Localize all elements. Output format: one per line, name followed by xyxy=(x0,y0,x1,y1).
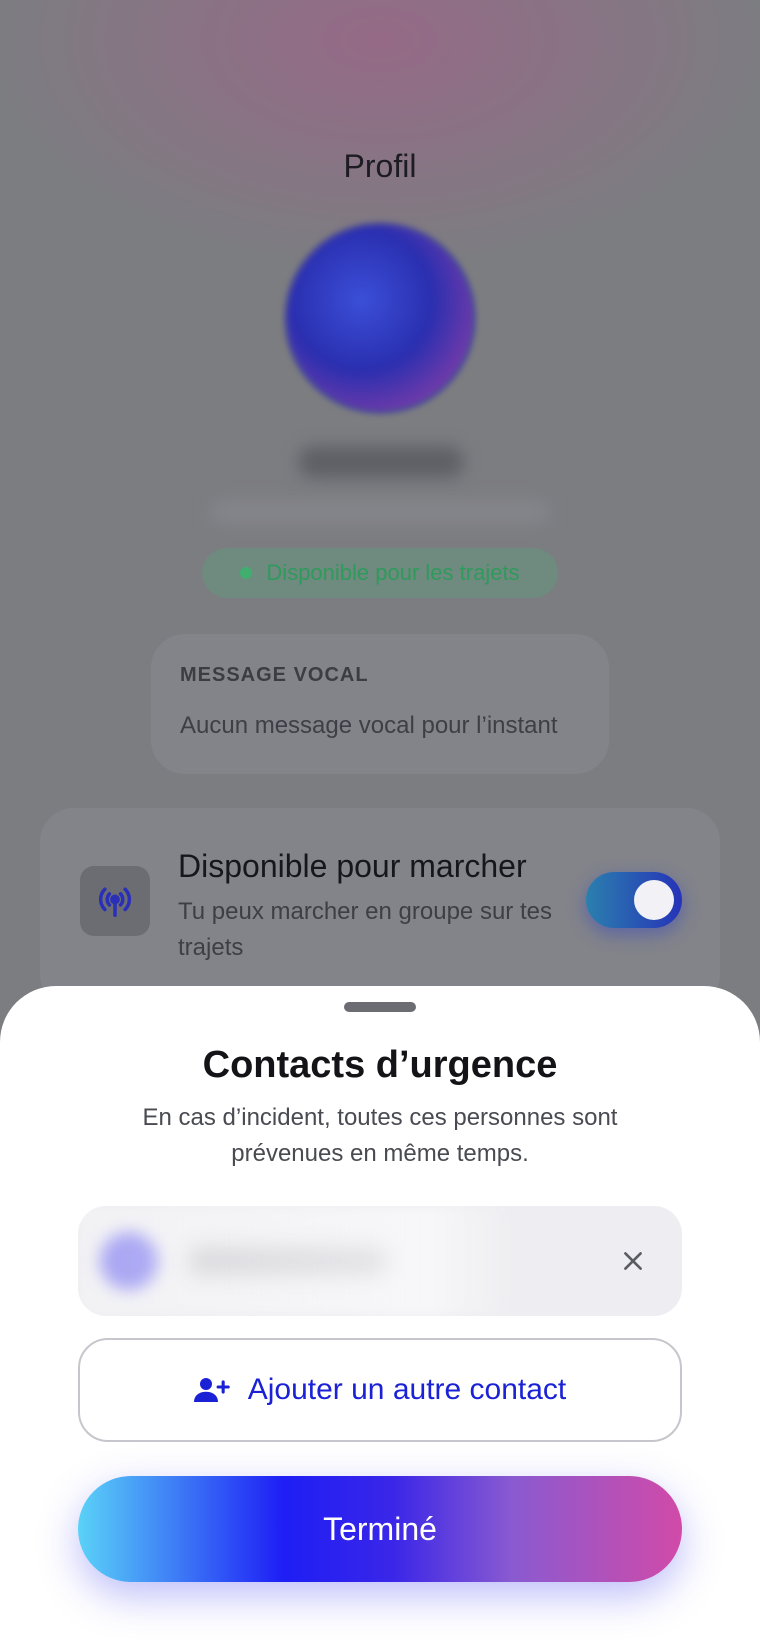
walk-availability-toggle[interactable] xyxy=(586,872,682,928)
contact-blur-overlay xyxy=(78,1206,518,1316)
add-contact-button[interactable]: Ajouter un autre contact xyxy=(78,1338,682,1442)
voice-message-label: MESSAGE VOCAL xyxy=(180,664,369,686)
add-contact-label: Ajouter un autre contact xyxy=(247,1373,567,1406)
broadcast-icon xyxy=(98,887,132,917)
sheet-title: Contacts d’urgence xyxy=(202,1044,558,1086)
sheet-description: En cas d’incident, toutes ces personnes … xyxy=(142,1104,618,1167)
done-button[interactable]: Terminé xyxy=(78,1476,682,1582)
voice-message-card[interactable]: MESSAGE VOCAL Aucun message vocal pour l… xyxy=(151,634,609,774)
done-button-label: Terminé xyxy=(323,1510,437,1547)
status-badge: Disponible pour les trajets xyxy=(202,548,558,598)
blurred-profile-subtitle xyxy=(210,500,550,524)
remove-contact-button[interactable] xyxy=(608,1236,658,1286)
walk-title: Disponible pour marcher xyxy=(178,848,527,884)
contact-row[interactable] xyxy=(78,1206,682,1316)
voice-message-text: Aucun message vocal pour l’instant xyxy=(180,712,558,739)
walk-subtitle: Tu peux marcher en groupe sur tes trajet… xyxy=(178,898,552,961)
profile-screen: Profil Disponible pour les trajets MESSA… xyxy=(0,0,760,1652)
close-icon xyxy=(624,1252,642,1270)
add-user-icon xyxy=(193,1378,230,1402)
page-title: Profil xyxy=(343,148,417,184)
profile-avatar xyxy=(288,226,472,410)
toggle-knob xyxy=(634,880,674,920)
status-dot-icon xyxy=(240,567,253,579)
walk-icon-container xyxy=(80,866,150,936)
walk-availability-card: Disponible pour marcher Tu peux marcher … xyxy=(40,808,720,1008)
emergency-contacts-sheet: Contacts d’urgence En cas d’incident, to… xyxy=(0,986,760,1652)
sheet-grabber-handle[interactable] xyxy=(344,1002,416,1012)
blurred-profile-name xyxy=(298,446,464,478)
status-badge-label: Disponible pour les trajets xyxy=(266,560,520,585)
